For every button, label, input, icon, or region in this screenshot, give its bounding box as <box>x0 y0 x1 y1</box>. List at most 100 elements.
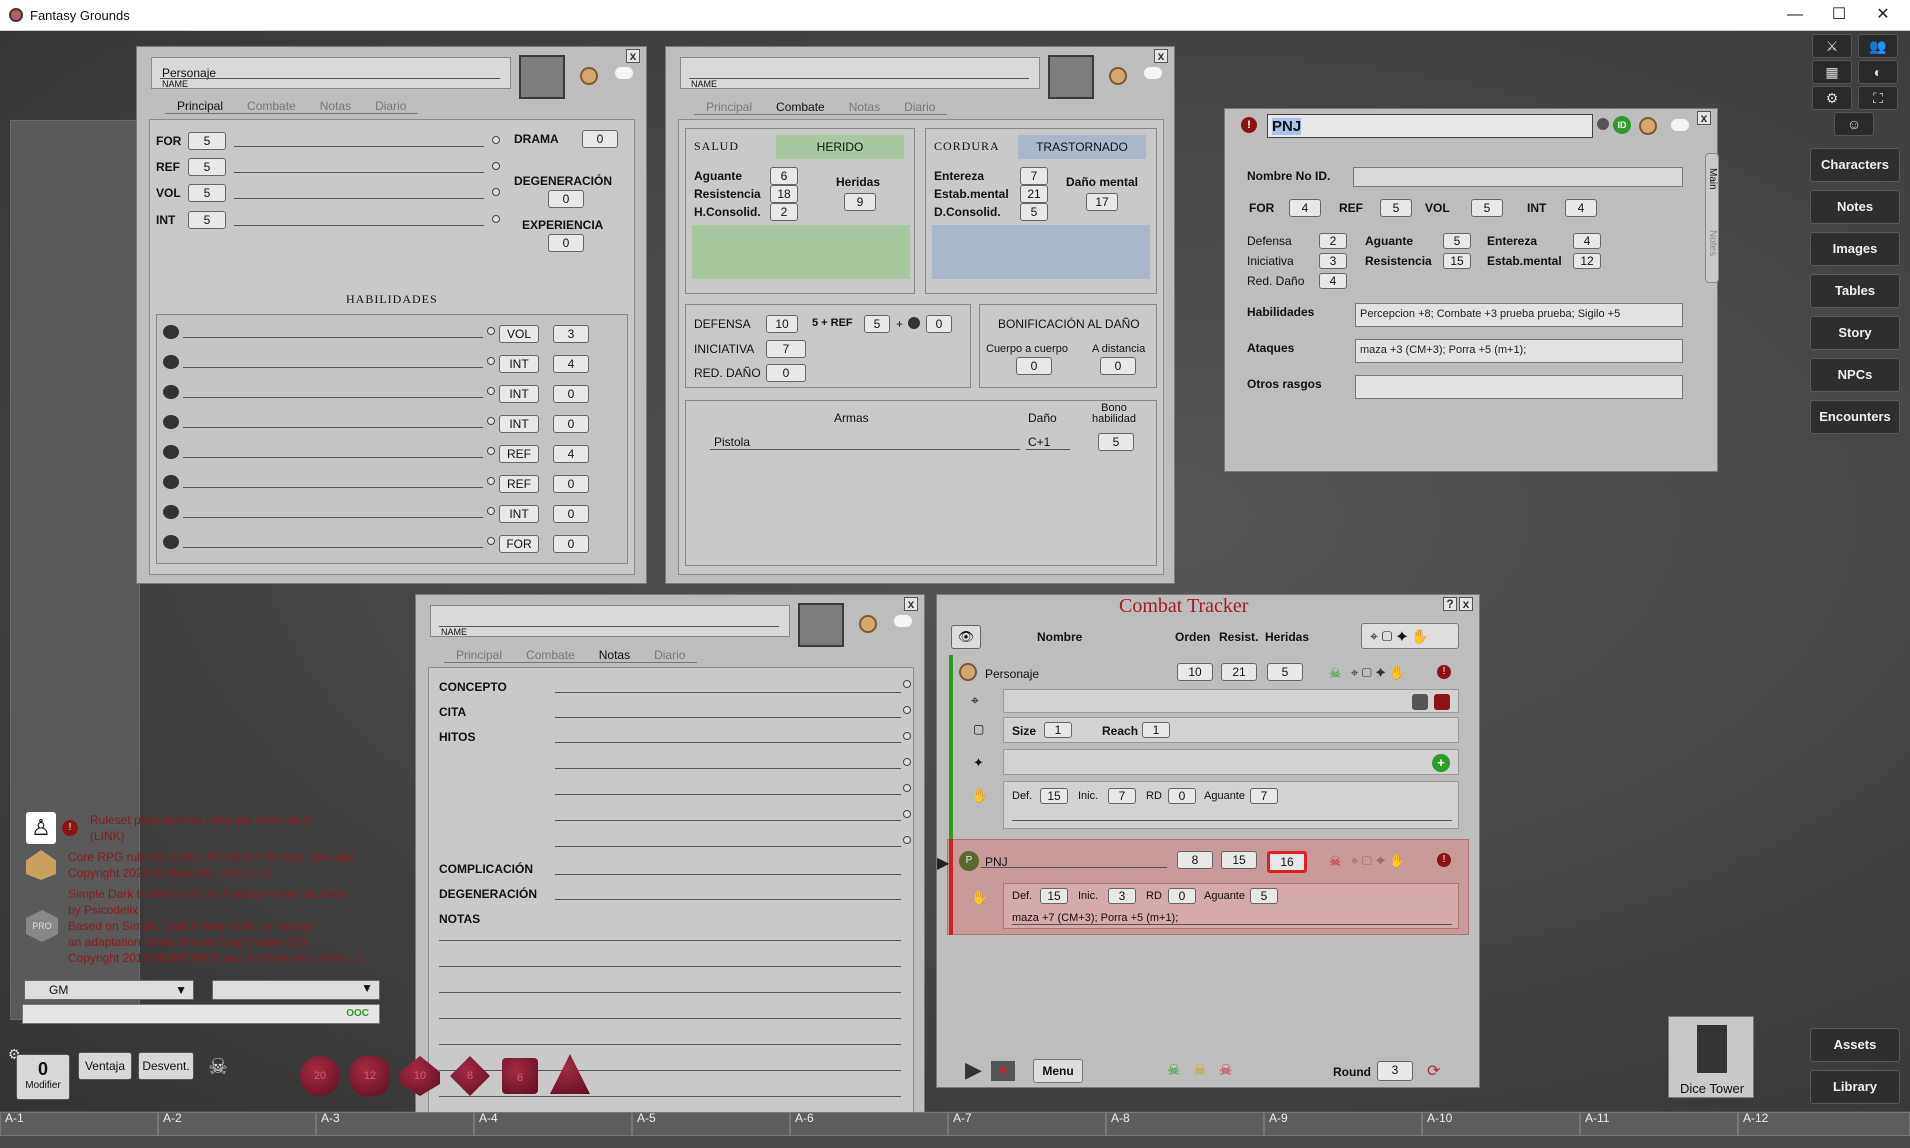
skill-dot[interactable] <box>487 387 495 395</box>
npc-info-icon[interactable]: ! <box>1241 117 1257 133</box>
npc-info-icon[interactable]: ! <box>1437 853 1451 867</box>
npc-reduction-value[interactable]: 4 <box>1319 273 1347 289</box>
quote-dot[interactable] <box>903 706 911 714</box>
skill-dot[interactable] <box>487 507 495 515</box>
tab-diario[interactable]: Diario <box>892 100 948 115</box>
hitos-dot[interactable] <box>903 758 911 766</box>
gear-icon[interactable]: ⚙ <box>1812 86 1852 110</box>
hitos-dot[interactable] <box>903 732 911 740</box>
hitos-dot[interactable] <box>903 784 911 792</box>
skill-dot[interactable] <box>487 417 495 425</box>
dice-tower[interactable]: Dice Tower <box>1668 1016 1754 1098</box>
tracker-menu-button[interactable]: Menu <box>1033 1059 1083 1083</box>
mental-damage-value[interactable]: 17 <box>1086 193 1118 211</box>
sanity-track[interactable] <box>932 225 1150 279</box>
friendly-faction-icon[interactable]: ☠ <box>1167 1061 1180 1079</box>
name-field[interactable]: NAME <box>430 605 790 637</box>
skill-value[interactable]: 0 <box>553 475 589 493</box>
close-icon[interactable]: x <box>1459 597 1473 611</box>
skill-row[interactable]: INT 0 <box>157 411 627 435</box>
skill-attr[interactable]: REF <box>499 445 539 463</box>
sidebar-item-encounters[interactable]: Encounters <box>1810 400 1900 434</box>
sidebar-item-story[interactable]: Story <box>1810 316 1900 350</box>
attr-value[interactable]: 5 <box>188 158 226 176</box>
combat-swords-icon[interactable]: ⚔ <box>1812 34 1852 58</box>
skill-value[interactable]: 0 <box>553 415 589 433</box>
hotkey-tab[interactable]: A-7 <box>948 1112 1106 1136</box>
concept-dot[interactable] <box>903 680 911 688</box>
lock-icon[interactable] <box>1597 118 1609 130</box>
tab-diario[interactable]: Diario <box>642 648 698 663</box>
hotkey-tab[interactable]: A-8 <box>1106 1112 1264 1136</box>
hotkey-tab[interactable]: A-9 <box>1264 1112 1422 1136</box>
close-icon[interactable]: x <box>904 597 918 611</box>
resistencia-value[interactable]: 18 <box>770 185 798 203</box>
skill-value[interactable]: 0 <box>553 385 589 403</box>
name-field[interactable]: Personaje NAME <box>151 57 511 89</box>
skill-dot[interactable] <box>487 447 495 455</box>
chat-bubble-icon[interactable] <box>615 67 633 79</box>
attr-value[interactable]: 4 <box>1565 199 1597 217</box>
skill-dot[interactable] <box>487 327 495 335</box>
sidebar-item-assets[interactable]: Assets <box>1810 1028 1900 1062</box>
calendar-icon[interactable]: ▦ <box>1812 60 1852 84</box>
target-clear-icon[interactable] <box>1412 694 1428 710</box>
pc-name[interactable]: Personaje <box>985 667 1039 681</box>
maximize-icon[interactable]: ☐ <box>1828 4 1850 26</box>
pc-resist[interactable]: 21 <box>1221 663 1257 681</box>
defense-extra-value[interactable]: 0 <box>926 315 952 333</box>
npc-skills-input[interactable]: Percepcion +8; Combate +3 prueba prueba;… <box>1355 303 1683 327</box>
hitos-dot[interactable] <box>903 836 911 844</box>
ooc-toggle[interactable]: OOC <box>346 1008 369 1019</box>
hotkey-tab[interactable]: A-5 <box>632 1112 790 1136</box>
pc-info-icon[interactable]: ! <box>1437 665 1451 679</box>
skill-attr[interactable]: VOL <box>499 325 539 343</box>
visibility-eye-icon[interactable]: 👁 <box>951 625 981 649</box>
skill-attr[interactable]: FOR <box>499 535 539 553</box>
tab-notas[interactable]: Notas <box>836 100 893 115</box>
sidebar-item-npcs[interactable]: NPCs <box>1810 358 1900 392</box>
entereza-value[interactable]: 7 <box>1020 167 1048 185</box>
sidebar-item-library[interactable]: Library <box>1810 1070 1900 1104</box>
skill-value[interactable]: 4 <box>553 445 589 463</box>
tab-notes[interactable]: Notes <box>1707 230 1718 256</box>
skill-attr[interactable]: INT <box>499 385 539 403</box>
tab-main[interactable]: Main <box>1707 168 1718 190</box>
pc-token-icon[interactable] <box>959 663 977 681</box>
sidebar-item-notes[interactable]: Notes <box>1810 190 1900 224</box>
tab-notas[interactable]: Notas <box>586 648 643 663</box>
minimize-icon[interactable]: — <box>1784 4 1806 26</box>
aguante-value[interactable]: 7 <box>1250 788 1278 804</box>
pc-wounds[interactable]: 5 <box>1267 663 1303 681</box>
hotkey-tab[interactable]: A-12 <box>1738 1112 1910 1136</box>
melee-value[interactable]: 0 <box>1016 357 1052 375</box>
ref-value[interactable]: 5 <box>864 315 890 333</box>
name-field[interactable]: NAME <box>680 57 1040 89</box>
reset-round-icon[interactable]: ⟳ <box>1427 1061 1440 1081</box>
npc-initiative-value[interactable]: 3 <box>1319 253 1347 269</box>
attr-value[interactable]: 5 <box>188 184 226 202</box>
hotkey-tab[interactable]: A-4 <box>474 1112 632 1136</box>
weapon-damage[interactable]: C+1 <box>1028 435 1050 449</box>
skill-row[interactable]: FOR 0 <box>157 531 627 555</box>
skill-row[interactable]: INT 0 <box>157 501 627 525</box>
npc-resist-value[interactable]: 15 <box>1443 253 1471 269</box>
portrait[interactable] <box>798 603 844 647</box>
close-icon[interactable]: x <box>626 49 640 63</box>
user-icon[interactable]: ☺ <box>1834 112 1874 136</box>
inic-value[interactable]: 3 <box>1108 888 1136 904</box>
rd-value[interactable]: 0 <box>1168 788 1196 804</box>
aguante-value[interactable]: 5 <box>1250 888 1278 904</box>
pc-status-skull-icon[interactable]: ☠ <box>1329 665 1342 682</box>
npc-estab-value[interactable]: 12 <box>1573 253 1601 269</box>
hitos-dot[interactable] <box>903 810 911 818</box>
hconsolid-value[interactable]: 2 <box>770 203 798 221</box>
modifier-box[interactable]: 0 Modifier <box>16 1054 70 1100</box>
skill-row[interactable]: REF 0 <box>157 471 627 495</box>
close-icon[interactable]: x <box>1154 49 1168 63</box>
skill-attr[interactable]: INT <box>499 505 539 523</box>
npc-attacks-input[interactable]: maza +3 (CM+3); Porra +5 (m+1); <box>1355 339 1683 363</box>
attr-dot[interactable] <box>492 136 500 144</box>
portrait[interactable] <box>1048 55 1094 99</box>
skill-row[interactable]: INT 0 <box>157 381 627 405</box>
